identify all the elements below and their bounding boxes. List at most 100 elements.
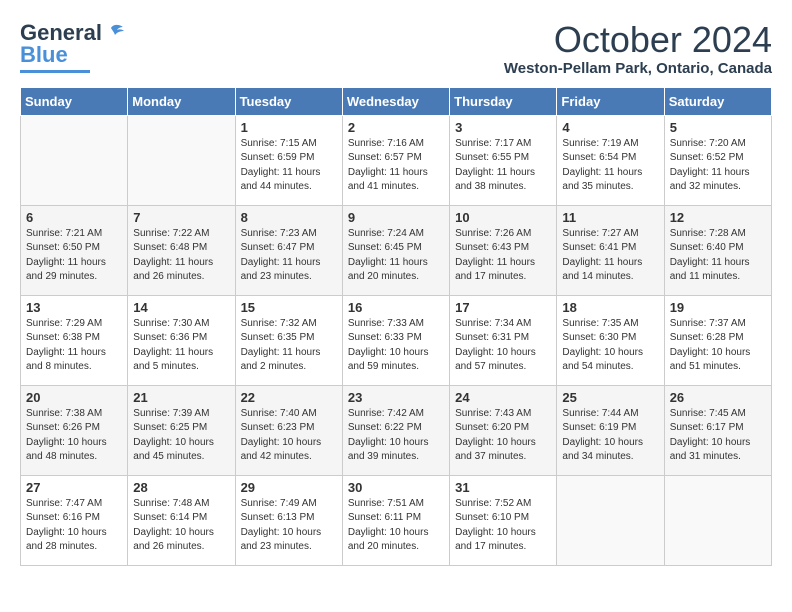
calendar-cell: 18 Sunrise: 7:35 AMSunset: 6:30 PMDayligh… — [557, 295, 664, 385]
calendar-cell: 28 Sunrise: 7:48 AMSunset: 6:14 PMDayligh… — [128, 475, 235, 565]
day-number: 14 — [133, 300, 229, 315]
day-number: 12 — [670, 210, 766, 225]
day-number: 7 — [133, 210, 229, 225]
day-number: 19 — [670, 300, 766, 315]
logo-bird-icon — [103, 22, 125, 44]
calendar-cell: 19 Sunrise: 7:37 AMSunset: 6:28 PMDayligh… — [664, 295, 771, 385]
calendar-header-row: SundayMondayTuesdayWednesdayThursdayFrid… — [21, 87, 772, 115]
day-number: 29 — [241, 480, 337, 495]
logo: General Blue — [20, 20, 125, 73]
calendar-cell: 17 Sunrise: 7:34 AMSunset: 6:31 PMDayligh… — [450, 295, 557, 385]
cell-info: Sunrise: 7:49 AMSunset: 6:13 PMDaylight:… — [241, 497, 337, 555]
header-tuesday: Tuesday — [235, 87, 342, 115]
calendar-cell: 27 Sunrise: 7:47 AMSunset: 6:16 PMDayligh… — [21, 475, 128, 565]
day-number: 28 — [133, 480, 229, 495]
calendar-week-5: 27 Sunrise: 7:47 AMSunset: 6:16 PMDayligh… — [21, 475, 772, 565]
cell-info: Sunrise: 7:29 AMSunset: 6:38 PMDaylight:… — [26, 317, 122, 375]
calendar-cell: 5Sunrise: 7:20 AMSunset: 6:52 PMDaylight… — [664, 115, 771, 205]
day-number: 1 — [241, 120, 337, 135]
day-number: 2 — [348, 120, 444, 135]
day-number: 25 — [562, 390, 658, 405]
day-number: 27 — [26, 480, 122, 495]
cell-info: Sunrise: 7:37 AMSunset: 6:28 PMDaylight:… — [670, 317, 766, 375]
cell-info: Sunrise: 7:24 AMSunset: 6:45 PMDaylight:… — [348, 227, 444, 285]
calendar-cell — [128, 115, 235, 205]
calendar-cell — [21, 115, 128, 205]
location: Weston-Pellam Park, Ontario, Canada — [504, 60, 772, 77]
header-friday: Friday — [557, 87, 664, 115]
calendar-cell: 29 Sunrise: 7:49 AMSunset: 6:13 PMDayligh… — [235, 475, 342, 565]
day-number: 26 — [670, 390, 766, 405]
day-number: 3 — [455, 120, 551, 135]
calendar-week-2: 6Sunrise: 7:21 AMSunset: 6:50 PMDaylight… — [21, 205, 772, 295]
calendar-cell: 16Sunrise: 7:33 AMSunset: 6:33 PMDayligh… — [342, 295, 449, 385]
cell-info: Sunrise: 7:39 AMSunset: 6:25 PMDaylight:… — [133, 407, 229, 465]
calendar-cell: 6Sunrise: 7:21 AMSunset: 6:50 PMDaylight… — [21, 205, 128, 295]
day-number: 11 — [562, 210, 658, 225]
day-number: 18 — [562, 300, 658, 315]
cell-info: Sunrise: 7:44 AMSunset: 6:19 PMDaylight:… — [562, 407, 658, 465]
calendar-cell: 31 Sunrise: 7:52 AMSunset: 6:10 PMDayligh… — [450, 475, 557, 565]
day-number: 10 — [455, 210, 551, 225]
cell-info: Sunrise: 7:43 AMSunset: 6:20 PMDaylight:… — [455, 407, 551, 465]
calendar-week-1: 1 Sunrise: 7:15 AMSunset: 6:59 PMDaylight… — [21, 115, 772, 205]
month-title: October 2024 — [504, 20, 772, 60]
calendar-cell: 10Sunrise: 7:26 AMSunset: 6:43 PMDayligh… — [450, 205, 557, 295]
calendar-cell — [557, 475, 664, 565]
cell-info: Sunrise: 7:35 AMSunset: 6:30 PMDaylight:… — [562, 317, 658, 375]
calendar-cell: 22 Sunrise: 7:40 AMSunset: 6:23 PMDayligh… — [235, 385, 342, 475]
header-monday: Monday — [128, 87, 235, 115]
calendar-cell: 23 Sunrise: 7:42 AMSunset: 6:22 PMDayligh… — [342, 385, 449, 475]
calendar-week-4: 20 Sunrise: 7:38 AMSunset: 6:26 PMDayligh… — [21, 385, 772, 475]
page-header: General Blue October 2024 Weston-Pellam … — [20, 20, 772, 77]
calendar-cell: 4 Sunrise: 7:19 AMSunset: 6:54 PMDaylight… — [557, 115, 664, 205]
cell-info: Sunrise: 7:48 AMSunset: 6:14 PMDaylight:… — [133, 497, 229, 555]
cell-info: Sunrise: 7:21 AMSunset: 6:50 PMDaylight:… — [26, 227, 122, 285]
calendar-cell: 20 Sunrise: 7:38 AMSunset: 6:26 PMDayligh… — [21, 385, 128, 475]
day-number: 23 — [348, 390, 444, 405]
cell-info: Sunrise: 7:40 AMSunset: 6:23 PMDaylight:… — [241, 407, 337, 465]
header-thursday: Thursday — [450, 87, 557, 115]
cell-info: Sunrise: 7:17 AMSunset: 6:55 PMDaylight:… — [455, 137, 551, 195]
logo-underline — [20, 70, 90, 73]
cell-info: Sunrise: 7:20 AMSunset: 6:52 PMDaylight:… — [670, 137, 766, 195]
cell-info: Sunrise: 7:42 AMSunset: 6:22 PMDaylight:… — [348, 407, 444, 465]
calendar-cell: 2 Sunrise: 7:16 AMSunset: 6:57 PMDaylight… — [342, 115, 449, 205]
calendar-cell: 1 Sunrise: 7:15 AMSunset: 6:59 PMDaylight… — [235, 115, 342, 205]
calendar-cell: 3 Sunrise: 7:17 AMSunset: 6:55 PMDaylight… — [450, 115, 557, 205]
calendar-cell: 14 Sunrise: 7:30 AMSunset: 6:36 PMDayligh… — [128, 295, 235, 385]
day-number: 22 — [241, 390, 337, 405]
day-number: 8 — [241, 210, 337, 225]
cell-info: Sunrise: 7:52 AMSunset: 6:10 PMDaylight:… — [455, 497, 551, 555]
day-number: 9 — [348, 210, 444, 225]
calendar-week-3: 13 Sunrise: 7:29 AMSunset: 6:38 PMDayligh… — [21, 295, 772, 385]
calendar-cell: 11 Sunrise: 7:27 AMSunset: 6:41 PMDayligh… — [557, 205, 664, 295]
cell-info: Sunrise: 7:16 AMSunset: 6:57 PMDaylight:… — [348, 137, 444, 195]
logo-blue: Blue — [20, 42, 68, 68]
day-number: 20 — [26, 390, 122, 405]
calendar-cell: 30Sunrise: 7:51 AMSunset: 6:11 PMDayligh… — [342, 475, 449, 565]
cell-info: Sunrise: 7:19 AMSunset: 6:54 PMDaylight:… — [562, 137, 658, 195]
calendar-cell — [664, 475, 771, 565]
cell-info: Sunrise: 7:30 AMSunset: 6:36 PMDaylight:… — [133, 317, 229, 375]
day-number: 13 — [26, 300, 122, 315]
calendar-cell: 26Sunrise: 7:45 AMSunset: 6:17 PMDayligh… — [664, 385, 771, 475]
header-sunday: Sunday — [21, 87, 128, 115]
cell-info: Sunrise: 7:15 AMSunset: 6:59 PMDaylight:… — [241, 137, 337, 195]
day-number: 30 — [348, 480, 444, 495]
cell-info: Sunrise: 7:38 AMSunset: 6:26 PMDaylight:… — [26, 407, 122, 465]
day-number: 21 — [133, 390, 229, 405]
day-number: 24 — [455, 390, 551, 405]
day-number: 31 — [455, 480, 551, 495]
calendar-table: SundayMondayTuesdayWednesdayThursdayFrid… — [20, 87, 772, 566]
day-number: 15 — [241, 300, 337, 315]
cell-info: Sunrise: 7:22 AMSunset: 6:48 PMDaylight:… — [133, 227, 229, 285]
cell-info: Sunrise: 7:27 AMSunset: 6:41 PMDaylight:… — [562, 227, 658, 285]
cell-info: Sunrise: 7:34 AMSunset: 6:31 PMDaylight:… — [455, 317, 551, 375]
cell-info: Sunrise: 7:47 AMSunset: 6:16 PMDaylight:… — [26, 497, 122, 555]
calendar-cell: 12Sunrise: 7:28 AMSunset: 6:40 PMDayligh… — [664, 205, 771, 295]
day-number: 17 — [455, 300, 551, 315]
calendar-cell: 21 Sunrise: 7:39 AMSunset: 6:25 PMDayligh… — [128, 385, 235, 475]
cell-info: Sunrise: 7:23 AMSunset: 6:47 PMDaylight:… — [241, 227, 337, 285]
day-number: 4 — [562, 120, 658, 135]
